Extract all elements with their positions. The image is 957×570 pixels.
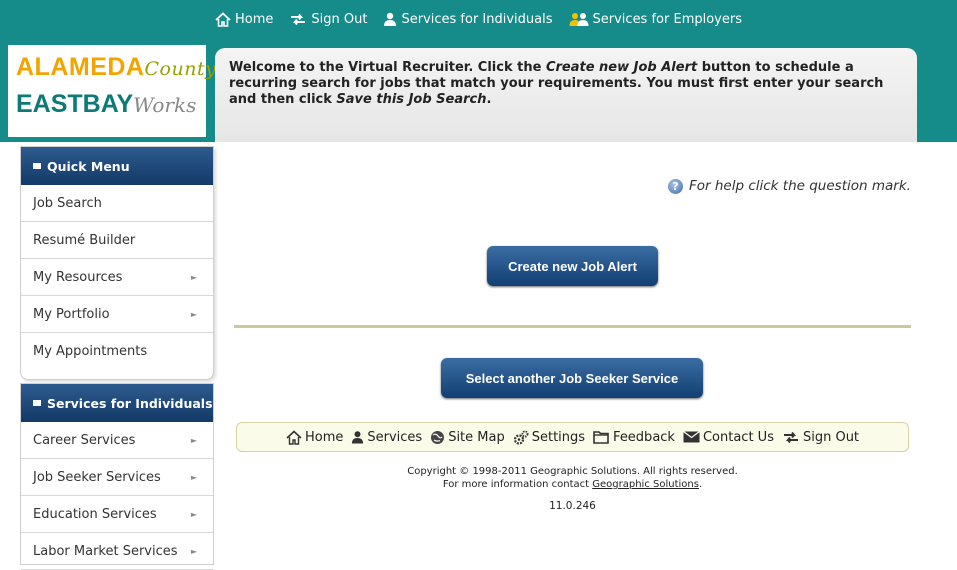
divider <box>234 325 911 328</box>
sidebar-item-label: Job Search <box>33 195 102 211</box>
chevron-right-icon: ► <box>190 509 197 519</box>
gears-icon <box>513 430 529 445</box>
footer-home[interactable]: Home <box>286 430 343 445</box>
copyright-line: Copyright © 1998-2011 Geographic Solutio… <box>407 466 738 477</box>
top-nav-services-employers-label: Services for Employers <box>592 11 742 27</box>
home-icon <box>286 429 302 445</box>
footer-site-map-label: Site Map <box>448 429 505 445</box>
top-nav-services-individuals[interactable]: Services for Individuals <box>383 11 553 27</box>
copyright-notice: Copyright © 1998-2011 Geographic Solutio… <box>236 465 909 491</box>
sidebar-item-label: Labor Market Services <box>33 543 178 559</box>
footer-home-label: Home <box>304 429 344 445</box>
sidebar-item-job-search[interactable]: Job Search <box>21 185 213 222</box>
sidebar-item-job-seeker-services[interactable]: Job Seeker Services ► <box>21 459 213 496</box>
menu-bar-icon <box>33 163 41 169</box>
site-logo[interactable]: ALAMEDACounty EASTBAYWorks <box>8 45 216 137</box>
logo-line-1: ALAMEDACounty <box>16 53 216 83</box>
welcome-emphasis-create: Create new Job Alert <box>545 60 698 75</box>
services-menu: Services for Individuals Career Services… <box>20 383 214 570</box>
version-number: 11.0.246 <box>549 500 596 512</box>
sign-out-arrows-icon <box>291 13 306 25</box>
geographic-solutions-link[interactable]: Geographic Solutions <box>592 479 699 490</box>
sidebar-item-resume-builder[interactable]: Resumé Builder <box>21 222 213 259</box>
home-icon <box>215 11 231 27</box>
chevron-right-icon: ► <box>190 272 197 282</box>
footer-site-map[interactable]: Site Map <box>430 430 505 445</box>
footer-contact-us[interactable]: Contact Us <box>683 430 774 445</box>
create-job-alert-button[interactable]: Create new Job Alert <box>487 246 658 286</box>
help-text: For help click the question mark. <box>689 178 911 194</box>
sidebar-item-my-resources[interactable]: My Resources ► <box>21 259 213 296</box>
footer-services-label: Services <box>367 429 423 445</box>
welcome-text-1: Welcome to the Virtual Recruiter. Click … <box>229 60 546 75</box>
logo-alameda: ALAMEDA <box>16 53 145 81</box>
top-nav-services-individuals-label: Services for Individuals <box>401 11 553 27</box>
chevron-right-icon: ► <box>190 546 197 556</box>
sidebar-item-education-services[interactable]: Education Services ► <box>21 496 213 533</box>
top-nav-home-label: Home <box>235 11 274 27</box>
sidebar-item-career-services[interactable]: Career Services ► <box>21 422 213 459</box>
welcome-text-3: . <box>486 92 492 107</box>
question-mark-icon[interactable]: ? <box>668 178 683 194</box>
services-menu-header: Services for Individuals <box>21 384 213 422</box>
welcome-emphasis-save: Save this Job Search <box>336 92 487 107</box>
sidebar-item-labor-market-services[interactable]: Labor Market Services ► <box>21 533 213 570</box>
folder-icon <box>593 431 609 444</box>
footer-sign-out-label: Sign Out <box>802 429 860 445</box>
person-icon <box>352 430 364 444</box>
globe-icon <box>431 430 445 444</box>
logo-eastbay: EASTBAY <box>16 90 134 118</box>
top-nav-sign-out-label: Sign Out <box>311 11 368 27</box>
footer-contact-us-label: Contact Us <box>702 429 774 445</box>
logo-county: County <box>144 58 217 80</box>
contact-prefix: For more information contact <box>442 479 593 490</box>
footer-feedback[interactable]: Feedback <box>593 430 675 445</box>
select-job-seeker-service-button[interactable]: Select another Job Seeker Service <box>441 358 703 398</box>
quick-menu-header: Quick Menu <box>21 147 213 185</box>
footer-sign-out[interactable]: Sign Out <box>782 430 859 445</box>
sidebar-item-label: Job Seeker Services <box>33 469 161 485</box>
welcome-message: Welcome to the Virtual Recruiter. Click … <box>215 48 917 142</box>
logo-line-2: EASTBAYWorks <box>16 89 200 120</box>
services-menu-title: Services for Individuals <box>47 395 213 411</box>
envelope-icon <box>683 431 700 443</box>
sidebar-item-label: My Resources <box>33 269 123 285</box>
sidebar-item-my-portfolio[interactable]: My Portfolio ► <box>21 296 213 333</box>
logo-works: Works <box>133 93 197 117</box>
sidebar-item-my-appointments[interactable]: My Appointments <box>21 333 213 370</box>
people-group-icon <box>569 12 589 26</box>
menu-bar-icon <box>33 400 41 406</box>
top-nav-home[interactable]: Home <box>215 12 273 27</box>
footer-settings[interactable]: Settings <box>513 430 585 445</box>
top-nav-services-employers[interactable]: Services for Employers <box>569 12 742 27</box>
quick-menu-title: Quick Menu <box>47 158 130 174</box>
sidebar-item-label: Resumé Builder <box>33 232 136 248</box>
chevron-right-icon: ► <box>190 309 197 319</box>
sidebar-item-label: My Portfolio <box>33 306 110 322</box>
contact-line: For more information contact Geographic … <box>236 478 909 491</box>
sidebar-item-label: My Appointments <box>33 344 148 359</box>
footer-settings-label: Settings <box>531 429 586 445</box>
help-hint: ? For help click the question mark. <box>668 178 911 194</box>
sidebar-item-label: Education Services <box>33 506 157 522</box>
footer-feedback-label: Feedback <box>613 429 675 445</box>
sidebar-item-label: Career Services <box>33 432 136 448</box>
footer-services[interactable]: Services <box>351 430 422 445</box>
contact-suffix: . <box>698 479 703 490</box>
quick-menu: Quick Menu Job Search Resumé Builder My … <box>20 146 214 380</box>
top-nav-sign-out[interactable]: Sign Out <box>289 12 367 27</box>
chevron-right-icon: ► <box>190 435 197 445</box>
sign-out-arrows-icon <box>783 431 798 443</box>
top-nav-bar: Home Sign Out Services for Individuals S… <box>0 0 957 38</box>
footer-nav: Home Services Site Map Settings Feedback… <box>236 422 909 452</box>
chevron-right-icon: ► <box>190 472 197 482</box>
person-icon <box>384 12 397 26</box>
